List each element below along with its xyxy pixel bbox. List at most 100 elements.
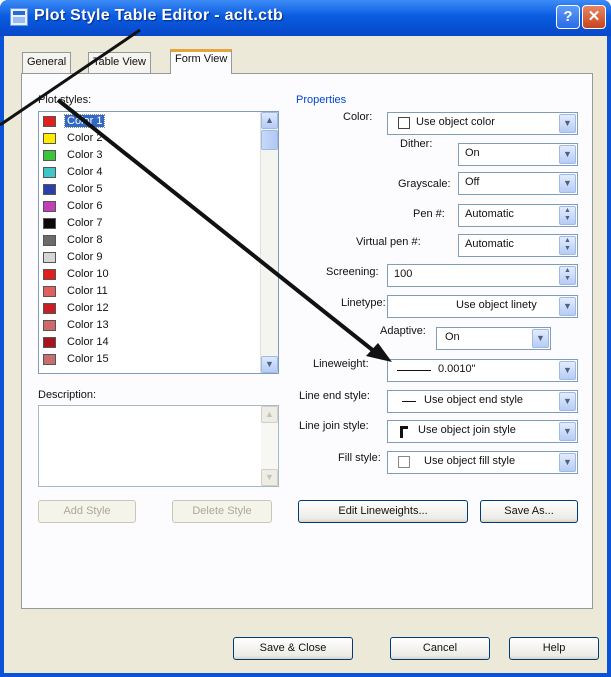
plot-styles-label: Plot styles: <box>38 94 92 106</box>
pen-label: Pen #: <box>413 208 445 220</box>
list-item[interactable]: Color 15 <box>39 353 257 365</box>
chevron-down-icon[interactable]: ▼ <box>559 422 576 441</box>
chevron-down-icon[interactable]: ▼ <box>559 174 576 193</box>
color-select[interactable]: Use object color ▼ <box>387 112 578 135</box>
dither-label: Dither: <box>400 138 433 150</box>
color-label: Color: <box>343 111 373 123</box>
plot-styles-list[interactable]: Color 1 Color 2 Color 3 Color 4 Color 5 Color… <box>38 111 279 374</box>
scroll-up-icon[interactable]: ▲ <box>261 112 278 129</box>
save-as-button[interactable]: Save As... <box>480 500 578 523</box>
list-item[interactable]: Color 4 <box>39 166 257 178</box>
list-item-label: Color 3 <box>67 149 103 161</box>
list-item[interactable]: Color 2 <box>39 132 257 144</box>
lineweight-label: Lineweight: <box>313 358 369 370</box>
list-item[interactable]: Color 9 <box>39 251 257 263</box>
color-swatch-icon <box>43 218 56 229</box>
scroll-down-icon: ▼ <box>261 469 278 486</box>
screening-spinner[interactable]: 100 ▲ ▼ <box>387 264 578 287</box>
color-swatch-icon <box>43 133 56 144</box>
list-item-label: Color 5 <box>67 183 103 195</box>
lineweight-select[interactable]: 0.0010" ▼ <box>387 359 578 382</box>
linetype-select[interactable]: Use object linety ▼ <box>387 295 578 318</box>
list-item[interactable]: Color 12 <box>39 302 257 314</box>
tab-form-view[interactable]: Form View <box>170 49 233 74</box>
list-item-label: Color 7 <box>67 217 103 229</box>
window-title: Plot Style Table Editor - aclt.ctb <box>34 7 284 24</box>
line-preview-icon <box>397 370 431 371</box>
list-item[interactable]: Color 14 <box>39 336 257 348</box>
screening-label: Screening: <box>326 266 379 278</box>
line-join-style-select[interactable]: Use object join style ▼ <box>387 420 578 443</box>
color-swatch-icon <box>43 150 56 161</box>
save-close-button[interactable]: Save & Close <box>233 637 353 660</box>
properties-group-label: Properties <box>296 94 347 106</box>
chevron-down-icon[interactable]: ▼ <box>559 297 576 316</box>
color-swatch-icon <box>43 320 56 331</box>
line-end-icon <box>402 401 416 402</box>
adaptive-select[interactable]: On ▼ <box>436 327 551 350</box>
scroll-up-icon: ▲ <box>261 406 278 423</box>
chevron-down-icon[interactable]: ▼ <box>559 114 576 133</box>
help-button[interactable]: Help <box>509 637 599 660</box>
color-swatch-icon <box>398 117 410 129</box>
list-item-label: Color 8 <box>67 234 103 246</box>
add-style-button: Add Style <box>38 500 136 523</box>
scroll-thumb[interactable] <box>261 130 278 150</box>
list-item-label: Color 6 <box>67 200 103 212</box>
delete-style-button: Delete Style <box>172 500 272 523</box>
close-icon[interactable]: ✕ <box>582 5 606 29</box>
color-swatch-icon <box>43 201 56 212</box>
list-item-label: Color 12 <box>67 302 109 314</box>
scroll-down-icon[interactable]: ▼ <box>261 356 278 373</box>
list-item-label: Color 10 <box>67 268 109 280</box>
pen-number-spinner[interactable]: Automatic ▲ ▼ <box>458 204 578 227</box>
list-item[interactable]: Color 1 <box>39 114 257 128</box>
list-item[interactable]: Color 7 <box>39 217 257 229</box>
tab-table-view[interactable]: Table View <box>88 52 151 73</box>
app-icon <box>10 8 28 26</box>
description-label: Description: <box>38 389 97 401</box>
chevron-down-icon[interactable]: ▼ <box>532 329 549 348</box>
list-item[interactable]: Color 8 <box>39 234 257 246</box>
fill-style-label: Fill style: <box>338 452 381 464</box>
list-item[interactable]: Color 13 <box>39 319 257 331</box>
list-item[interactable]: Color 11 <box>39 285 257 297</box>
linetype-label: Linetype: <box>341 297 386 309</box>
chevron-down-icon[interactable]: ▼ <box>559 361 576 380</box>
grayscale-select[interactable]: Off ▼ <box>458 172 578 195</box>
description-textarea[interactable]: ▲ ▼ <box>38 405 279 487</box>
list-item[interactable]: Color 10 <box>39 268 257 280</box>
list-item[interactable]: Color 6 <box>39 200 257 212</box>
color-swatch-icon <box>43 116 56 127</box>
list-item-label: Color 11 <box>67 285 108 297</box>
list-item-label: Color 1 <box>63 114 106 128</box>
list-item[interactable]: Color 5 <box>39 183 257 195</box>
list-item-label: Color 4 <box>67 166 103 178</box>
line-end-style-select[interactable]: Use object end style ▼ <box>387 390 578 413</box>
list-scrollbar[interactable]: ▲ ▼ <box>260 112 278 373</box>
chevron-down-icon[interactable]: ▼ <box>559 145 576 164</box>
chevron-down-icon[interactable]: ▼ <box>559 392 576 411</box>
grayscale-label: Grayscale: <box>398 178 451 190</box>
dither-select[interactable]: On ▼ <box>458 143 578 166</box>
spinner-icon[interactable]: ▲ ▼ <box>559 206 576 225</box>
tab-general[interactable]: General <box>22 52 72 73</box>
list-item[interactable]: Color 3 <box>39 149 257 161</box>
cancel-button[interactable]: Cancel <box>390 637 490 660</box>
spinner-icon[interactable]: ▲ ▼ <box>559 236 576 255</box>
fill-style-select[interactable]: Use object fill style ▼ <box>387 451 578 474</box>
color-swatch-icon <box>43 167 56 178</box>
list-item-label: Color 2 <box>67 132 103 144</box>
color-swatch-icon <box>43 286 56 297</box>
color-swatch-icon <box>43 235 56 246</box>
color-swatch-icon <box>43 269 56 280</box>
line-end-style-label: Line end style: <box>299 390 370 402</box>
list-item-label: Color 9 <box>67 251 103 263</box>
color-swatch-icon <box>43 184 56 195</box>
spinner-icon[interactable]: ▲ ▼ <box>559 266 576 285</box>
help-title-button[interactable]: ? <box>556 5 580 29</box>
color-swatch-icon <box>43 337 56 348</box>
virtual-pen-spinner[interactable]: Automatic ▲ ▼ <box>458 234 578 257</box>
chevron-down-icon[interactable]: ▼ <box>559 453 576 472</box>
edit-lineweights-button[interactable]: Edit Lineweights... <box>298 500 468 523</box>
